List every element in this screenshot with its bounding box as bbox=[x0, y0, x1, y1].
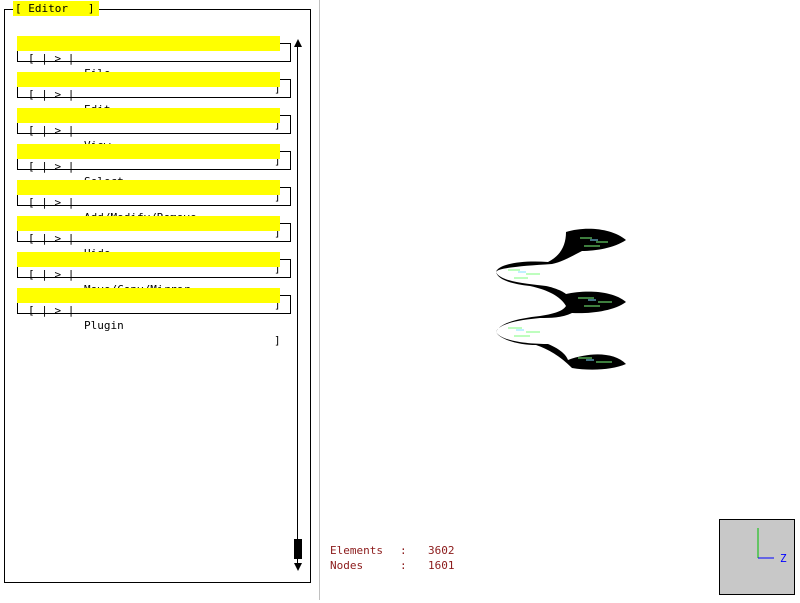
stats-elements-row: Elements: 3602 bbox=[330, 543, 455, 558]
menu-item-bar[interactable]: [ | > | Move/Copy/Mirror ] bbox=[17, 252, 281, 311]
nodes-separator: : bbox=[400, 559, 407, 572]
expand-toggle-icon[interactable]: [ | > | bbox=[28, 231, 74, 246]
axis-indicator: Z bbox=[719, 519, 795, 595]
stats-nodes-row: Nodes: 1601 bbox=[330, 558, 455, 573]
menu-item-label: Plugin bbox=[84, 319, 124, 332]
menu-item-edit[interactable]: [ | > | Edit ] bbox=[17, 72, 291, 131]
menu-item-move-copy-mirror[interactable]: [ | > | Move/Copy/Mirror ] bbox=[17, 252, 291, 311]
editor-panel-title: [ Editor ] bbox=[13, 1, 99, 16]
menu-item-bar[interactable]: [ | > | View ] bbox=[17, 108, 281, 167]
expand-toggle-icon[interactable]: [ | > | bbox=[28, 51, 74, 66]
expand-toggle-icon[interactable]: [ | > | bbox=[28, 303, 74, 318]
menu-item-bar[interactable]: [ | > | File ] bbox=[17, 36, 281, 95]
expand-toggle-icon[interactable]: [ | > | bbox=[28, 267, 74, 282]
scrollbar-track[interactable] bbox=[297, 45, 298, 567]
menu-item-hide[interactable]: [ | > | Hide ] bbox=[17, 216, 291, 275]
expand-toggle-icon[interactable]: [ | > | bbox=[28, 159, 74, 174]
bracket-close: ] bbox=[274, 334, 281, 347]
axis-triad-icon: Z bbox=[757, 528, 787, 565]
elements-label: Elements bbox=[330, 544, 383, 557]
expand-toggle-icon[interactable]: [ | > | bbox=[28, 195, 74, 210]
nodes-value: 1601 bbox=[428, 559, 455, 572]
scroll-up-arrow-icon[interactable] bbox=[294, 39, 302, 47]
menu-item-bar[interactable]: [ | > | Plugin ] bbox=[17, 288, 281, 347]
mesh-model[interactable] bbox=[320, 0, 800, 600]
elements-value: 3602 bbox=[428, 544, 455, 557]
menu-item-bar[interactable]: [ | > | Hide ] bbox=[17, 216, 281, 275]
scroll-down-arrow-icon[interactable] bbox=[294, 563, 302, 571]
menu-item-plugin[interactable]: [ | > | Plugin ] bbox=[17, 288, 291, 347]
menu-item-add-modify-remove[interactable]: [ | > | Add/Modify/Remove ] bbox=[17, 180, 291, 239]
3d-viewport[interactable] bbox=[320, 0, 800, 600]
elements-separator: : bbox=[400, 544, 407, 557]
nodes-label: Nodes bbox=[330, 559, 364, 572]
menu-item-select[interactable]: [ | > | Select ] bbox=[17, 144, 291, 203]
menu-item-file[interactable]: [ | > | File ] bbox=[17, 36, 291, 95]
scrollbar-thumb[interactable] bbox=[294, 539, 302, 559]
model-stats: Elements: 3602 Nodes: 1601 bbox=[330, 543, 455, 573]
expand-toggle-icon[interactable]: [ | > | bbox=[28, 123, 74, 138]
menu-item-bar[interactable]: [ | > | Select ] bbox=[17, 144, 281, 203]
z-axis-label: Z bbox=[780, 552, 787, 565]
menu-item-view[interactable]: [ | > | View ] bbox=[17, 108, 291, 167]
expand-toggle-icon[interactable]: [ | > | bbox=[28, 87, 74, 102]
menu-item-bar[interactable]: [ | > | Edit ] bbox=[17, 72, 281, 131]
mesh-model-body bbox=[496, 228, 626, 370]
menu-item-bar[interactable]: [ | > | Add/Modify/Remove ] bbox=[17, 180, 281, 239]
